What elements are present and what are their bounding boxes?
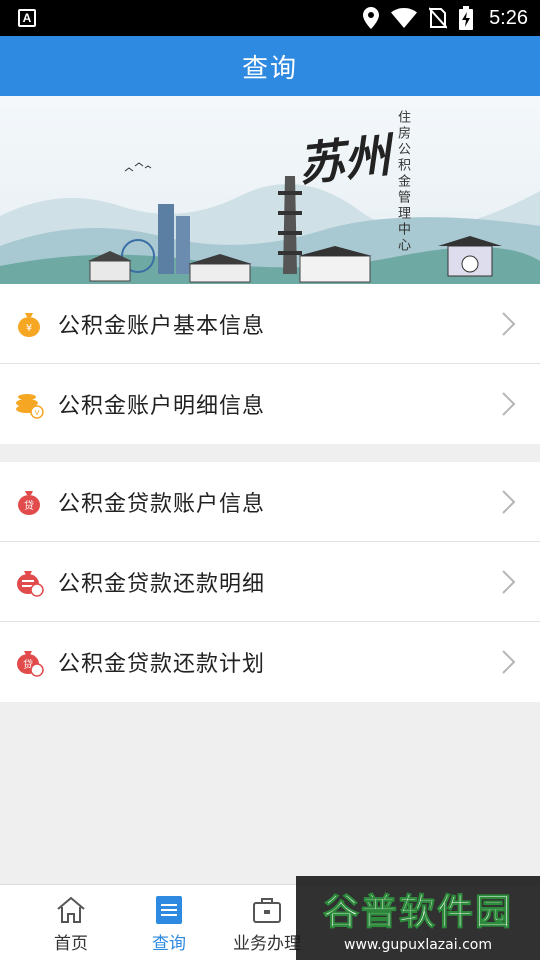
list-item[interactable]: V 公积金账户明细信息 — [0, 364, 540, 444]
watermark-title: 谷普软件园 — [322, 892, 513, 934]
account-info-group: ¥ 公积金账户基本信息 V 公积金账户明细信息 — [0, 284, 540, 444]
list-item[interactable]: ¥ 公积金账户基本信息 — [0, 284, 540, 364]
app-bar: 查询 — [0, 36, 540, 96]
list-icon — [156, 896, 182, 924]
svg-text:贷: 贷 — [24, 499, 34, 512]
briefcase-icon — [253, 898, 281, 923]
status-bar: A 5:26 — [0, 0, 540, 36]
banner-org-text: 住房公积金管理中心 — [395, 110, 410, 254]
battery-charging-icon — [459, 6, 474, 30]
watermark: 谷普软件园 www.gupuxlazai.com — [296, 876, 540, 960]
svg-text:¥: ¥ — [26, 323, 32, 334]
wifi-icon — [391, 8, 418, 28]
svg-text:V: V — [35, 409, 40, 417]
list-item-label: 公积金贷款还款明细 — [58, 571, 266, 597]
chevron-right-icon — [502, 311, 516, 336]
chevron-right-icon — [502, 489, 516, 514]
tab-label: 业务办理 — [233, 934, 301, 954]
list-item[interactable]: 贷 公积金贷款账户信息 — [0, 462, 540, 542]
chevron-right-icon — [502, 569, 516, 594]
list-item-label: 公积金账户基本信息 — [58, 313, 266, 339]
loan-detail-icon — [17, 570, 44, 597]
home-icon — [57, 896, 85, 923]
page-title: 查询 — [241, 53, 298, 84]
chevron-right-icon — [502, 650, 516, 674]
coin-bag-icon: ¥ — [18, 312, 40, 337]
accessibility-a-icon: A — [18, 9, 36, 27]
chevron-right-icon — [502, 392, 516, 416]
loan-info-group: 贷 公积金贷款账户信息 公积金贷款还款明细 贷 公积金贷款还款计划 — [0, 462, 540, 702]
list-item[interactable]: 公积金贷款还款明细 — [0, 542, 540, 622]
list-item-label: 公积金账户明细信息 — [58, 394, 266, 419]
list-item-label: 公积金贷款还款计划 — [58, 652, 266, 677]
coin-stack-icon: V — [16, 394, 44, 419]
banner-image: 苏州 住房公积金管理中心 — [0, 96, 540, 284]
list-item-label: 公积金贷款账户信息 — [58, 491, 266, 517]
tab-label: 查询 — [152, 934, 186, 954]
no-sim-icon — [429, 7, 448, 29]
location-icon — [363, 7, 380, 29]
loan-bag-icon: 贷 — [18, 490, 40, 515]
tab-home[interactable]: 首页 — [22, 885, 120, 960]
list-item[interactable]: 贷 公积金贷款还款计划 — [0, 622, 540, 702]
banner-city-text: 苏州 — [295, 128, 393, 192]
tab-query[interactable]: 查询 — [120, 885, 218, 960]
tab-label: 首页 — [54, 934, 88, 954]
loan-plan-icon: 贷 — [17, 651, 44, 677]
clock: 5:26 — [489, 6, 528, 29]
watermark-url: www.gupuxlazai.com — [344, 937, 492, 953]
